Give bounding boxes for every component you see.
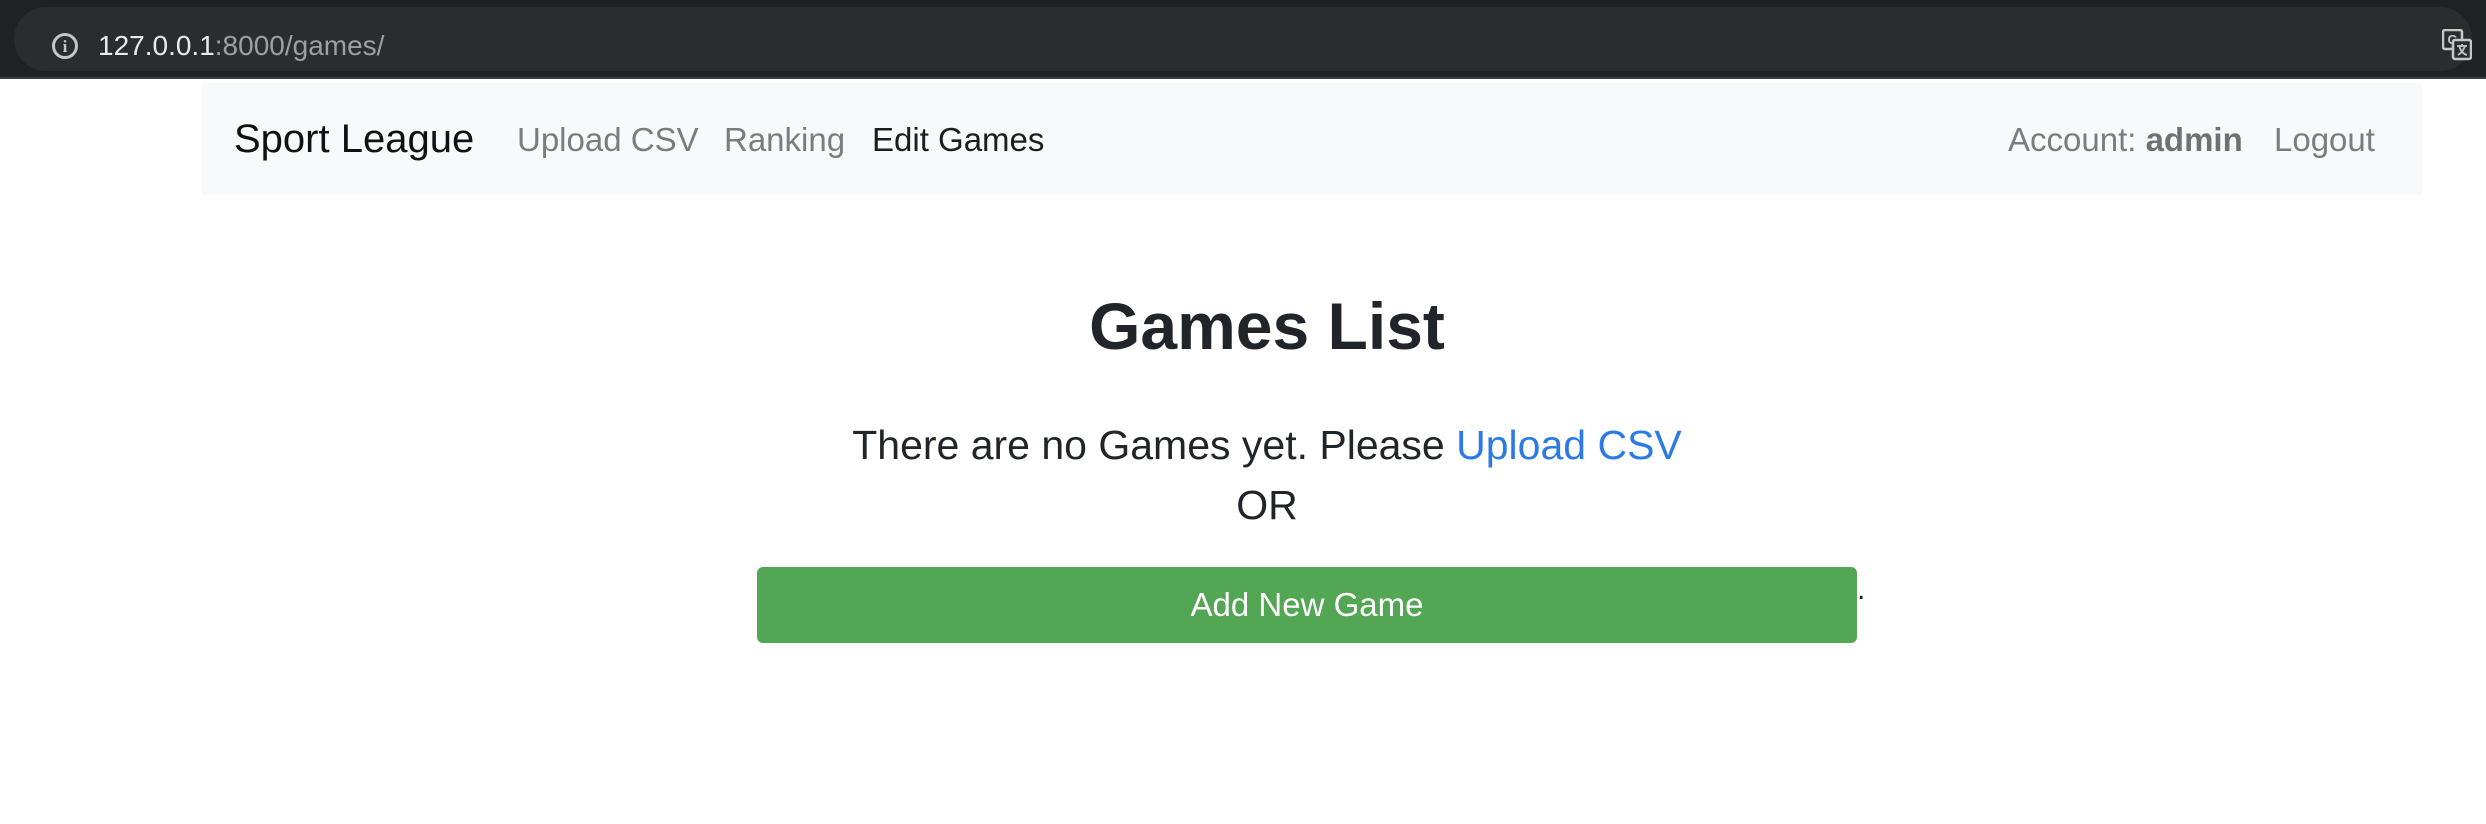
account-label: Account: admin: [2008, 118, 2243, 162]
translate-icon[interactable]: G: [2442, 29, 2472, 61]
url-host: 127.0.0.1: [98, 30, 215, 61]
page-title: Games List: [1089, 289, 1445, 363]
empty-message: There are no Games yet. Please Upload CS…: [24, 418, 2486, 472]
navbar: Sport League Upload CSV Ranking Edit Gam…: [202, 83, 2422, 195]
or-separator: OR: [1236, 482, 1298, 528]
url-text[interactable]: 127.0.0.1:8000/games/: [98, 27, 384, 65]
nav-ranking[interactable]: Ranking: [724, 118, 845, 162]
browser-toolbar: i 127.0.0.1:8000/games/ G: [0, 0, 2486, 79]
info-icon[interactable]: i: [52, 33, 78, 59]
trailing-period: .: [1857, 573, 1866, 606]
nav-upload-csv[interactable]: Upload CSV: [517, 118, 699, 162]
add-new-game-button[interactable]: Add New Game: [757, 567, 1857, 643]
account-username: admin: [2145, 121, 2243, 158]
upload-csv-link[interactable]: Upload CSV: [1456, 422, 1682, 468]
empty-message-text: There are no Games yet. Please: [852, 422, 1457, 468]
brand-link[interactable]: Sport League: [234, 113, 474, 165]
logout-link[interactable]: Logout: [2274, 118, 2375, 162]
nav-edit-games[interactable]: Edit Games: [872, 118, 1044, 162]
address-bar[interactable]: i 127.0.0.1:8000/games/ G: [14, 7, 2472, 71]
url-path: :8000/games/: [214, 30, 385, 61]
account-prefix: Account:: [2008, 121, 2146, 158]
